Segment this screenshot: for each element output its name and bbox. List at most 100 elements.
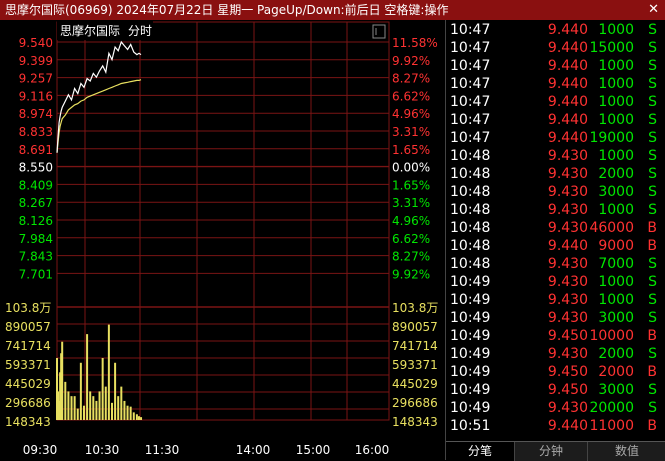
tab-minutes[interactable]: 分钟	[515, 442, 588, 461]
tick-volume: 1000	[598, 94, 634, 110]
tick-panel: 10:47 9.440 1000 S 10:47 9.440 15000 S 10:47 9.44…	[445, 20, 665, 461]
tick-volume: 15000	[589, 40, 634, 56]
tick-row[interactable]: 10:48 9.430 3000 S	[446, 184, 665, 202]
average-price-line	[56, 79, 142, 153]
tick-row[interactable]: 10:47 9.440 1000 S	[446, 76, 665, 94]
price-axis-left: 9.540 9.399 9.257 9.116 8.974 8.833 8.691 8.550…	[19, 36, 53, 281]
tick-row[interactable]: 10:48 9.430 46000 B	[446, 220, 665, 238]
tick-row[interactable]: 10:47 9.440 1000 S	[446, 112, 665, 130]
tick-time: 10:49	[450, 292, 491, 308]
percent-tick-label: 11.58%	[392, 36, 438, 50]
percent-tick-label: 6.62%	[392, 232, 430, 246]
price-line	[56, 40, 142, 153]
volume-bars	[56, 324, 143, 420]
price-tick-label: 8.126	[19, 214, 53, 228]
tick-direction: B	[647, 328, 657, 344]
tick-time: 10:48	[450, 238, 491, 254]
tick-direction: B	[647, 238, 657, 254]
tick-row[interactable]: 10:49 9.430 1000 S	[446, 274, 665, 292]
tick-direction: B	[647, 364, 657, 380]
tick-volume: 3000	[598, 382, 634, 398]
tick-time: 10:47	[450, 22, 491, 38]
percent-tick-label: 3.31%	[392, 125, 430, 139]
window-title: 思摩尔国际(06969) 2024年07月22日 星期一 PageUp/Down…	[5, 3, 449, 17]
tick-direction: S	[648, 346, 657, 362]
intraday-chart[interactable]: 思摩尔国际 分时 9.540 9.399 9.257 9.116 8.974 8.833 8…	[0, 20, 445, 460]
tab-values[interactable]: 数值	[588, 442, 665, 461]
tick-direction: S	[648, 292, 657, 308]
tick-volume: 11000	[589, 418, 634, 434]
tick-time: 10:47	[450, 76, 491, 92]
price-tick-label: 7.701	[19, 267, 53, 281]
price-tick-label: 7.843	[19, 250, 53, 264]
chart-stock-name: 思摩尔国际	[60, 23, 120, 38]
tick-volume: 1000	[598, 292, 634, 308]
chart-toggle-button[interactable]	[372, 24, 386, 39]
tick-volume: 1000	[598, 22, 634, 38]
tick-direction: S	[648, 58, 657, 74]
tab-ticks[interactable]: 分笔	[446, 442, 515, 461]
tick-row[interactable]: 10:47 9.440 1000 S	[446, 22, 665, 40]
tick-row[interactable]: 10:49 9.450 10000 B	[446, 328, 665, 346]
tick-direction: S	[648, 94, 657, 110]
tick-time: 10:47	[450, 94, 491, 110]
tick-row[interactable]: 10:47 9.440 19000 S	[446, 130, 665, 148]
percent-tick-label: 8.27%	[392, 72, 430, 86]
volume-axis-right: 103.8万 890057 741714 593371 445029 296686 1483…	[392, 301, 438, 429]
tick-row[interactable]: 10:51 9.440 11000 B	[446, 418, 665, 436]
tick-direction: S	[648, 310, 657, 326]
time-axis: 09:30 10:30 11:30 14:00 15:00 16:00	[23, 443, 390, 457]
time-tick-label: 10:30	[85, 443, 120, 457]
tick-direction: S	[648, 274, 657, 290]
tick-row[interactable]: 10:49 9.430 1000 S	[446, 292, 665, 310]
percent-tick-label: 6.62%	[392, 89, 430, 103]
price-tick-label: 8.267	[19, 196, 53, 210]
tick-direction: S	[648, 76, 657, 92]
tick-time: 10:49	[450, 382, 491, 398]
tick-direction: S	[648, 112, 657, 128]
close-icon[interactable]: ✕	[648, 0, 659, 20]
tick-volume: 1000	[598, 148, 634, 164]
tick-volume: 1000	[598, 58, 634, 74]
tick-volume: 2000	[598, 364, 634, 380]
time-tick-label: 15:00	[296, 443, 331, 457]
percent-tick-label: 1.65%	[392, 178, 430, 192]
chart-grid	[56, 21, 390, 421]
time-tick-label: 14:00	[236, 443, 271, 457]
tick-direction: S	[648, 166, 657, 182]
percent-tick-label: 4.96%	[392, 107, 430, 121]
tick-row[interactable]: 10:49 9.430 20000 S	[446, 400, 665, 418]
tick-row[interactable]: 10:48 9.430 1000 S	[446, 148, 665, 166]
tick-row[interactable]: 10:49 9.430 2000 S	[446, 346, 665, 364]
tick-row[interactable]: 10:47 9.440 1000 S	[446, 94, 665, 112]
volume-tick-label: 741714	[392, 339, 438, 353]
tick-row[interactable]: 10:48 9.430 7000 S	[446, 256, 665, 274]
tick-row[interactable]: 10:49 9.430 3000 S	[446, 310, 665, 328]
tick-time: 10:47	[450, 58, 491, 74]
tick-row[interactable]: 10:47 9.440 1000 S	[446, 58, 665, 76]
tick-direction: S	[648, 382, 657, 398]
tick-row[interactable]: 10:47 9.440 15000 S	[446, 40, 665, 58]
tick-volume: 9000	[598, 238, 634, 254]
volume-tick-label: 741714	[5, 339, 51, 353]
tick-direction: S	[648, 202, 657, 218]
tick-direction: S	[648, 148, 657, 164]
tick-volume: 1000	[598, 76, 634, 92]
tick-time: 10:49	[450, 400, 491, 416]
volume-tick-label: 296686	[5, 396, 51, 410]
volume-axis-left: 103.8万 890057 741714 593371 445029 296686 1483…	[5, 301, 51, 429]
volume-tick-label: 890057	[392, 320, 438, 334]
tick-row[interactable]: 10:48 9.440 9000 B	[446, 238, 665, 256]
tick-time: 10:47	[450, 40, 491, 56]
tick-time: 10:49	[450, 274, 491, 290]
tick-direction: B	[647, 220, 657, 236]
tick-row[interactable]: 10:48 9.430 1000 S	[446, 202, 665, 220]
price-tick-label: 9.116	[19, 89, 53, 103]
tick-row[interactable]: 10:49 9.450 2000 B	[446, 364, 665, 382]
tick-volume: 10000	[589, 328, 634, 344]
tick-row[interactable]: 10:48 9.430 2000 S	[446, 166, 665, 184]
time-tick-label: 11:30	[145, 443, 180, 457]
volume-tick-label: 148343	[5, 415, 51, 429]
price-axis-right: 11.58% 9.92% 8.27% 6.62% 4.96% 3.31% 1.65% 0.00…	[392, 36, 438, 281]
tick-row[interactable]: 10:49 9.450 3000 S	[446, 382, 665, 400]
